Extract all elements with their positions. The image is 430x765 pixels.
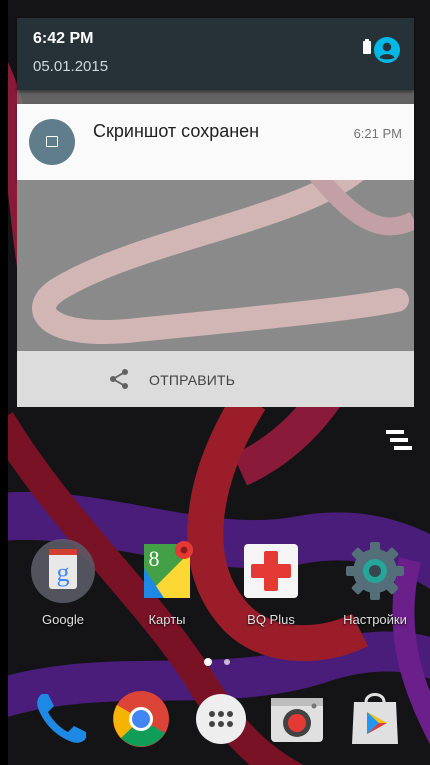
phone-screen: 6:42 PM 05.01.2015 Скриншот сохранен 6:2… — [0, 0, 430, 765]
battery-icon — [363, 39, 371, 54]
phone-icon[interactable] — [30, 688, 92, 750]
app-label: BQ Plus — [247, 612, 295, 627]
user-icon[interactable] — [374, 37, 400, 63]
app-settings[interactable]: Настройки — [330, 538, 420, 627]
google-folder-icon: g — [31, 539, 95, 603]
share-action[interactable]: ОТПРАВИТЬ — [17, 351, 414, 407]
notification-title: Скриншот сохранен — [93, 121, 260, 141]
app-label: Google — [42, 612, 84, 627]
screen-edge — [0, 0, 8, 765]
screenshot-notification[interactable]: Скриншот сохранен 6:21 PM — [17, 104, 414, 180]
date: 05.01.2015 — [33, 58, 109, 75]
clear-all-icon[interactable] — [386, 428, 414, 452]
app-bq-plus[interactable]: BQ Plus — [226, 538, 316, 627]
clock: 6:42 PM — [33, 30, 94, 47]
app-drawer-icon[interactable] — [190, 688, 252, 750]
notification-time: 6:21 PM — [353, 126, 402, 141]
app-label: Настройки — [343, 612, 407, 627]
app-maps[interactable]: 8 Карты — [122, 538, 212, 627]
chrome-icon[interactable] — [110, 688, 172, 750]
bq-plus-icon — [244, 544, 298, 598]
app-label: Карты — [148, 612, 186, 627]
svg-text:g: g — [57, 558, 70, 587]
page-dot-active — [204, 658, 212, 666]
app-google[interactable]: g Google — [18, 538, 108, 627]
camera-icon[interactable] — [266, 688, 328, 750]
svg-text:8: 8 — [149, 546, 160, 571]
page-dot — [224, 659, 230, 665]
maps-icon: 8 — [144, 541, 193, 598]
notification-header[interactable]: 6:42 PM 05.01.2015 — [17, 18, 414, 90]
screenshot-preview[interactable] — [17, 180, 414, 351]
share-icon — [110, 369, 128, 389]
play-store-icon[interactable] — [344, 688, 406, 750]
settings-icon — [346, 542, 404, 600]
share-button-label: ОТПРАВИТЬ — [149, 372, 236, 388]
image-icon — [29, 119, 75, 165]
